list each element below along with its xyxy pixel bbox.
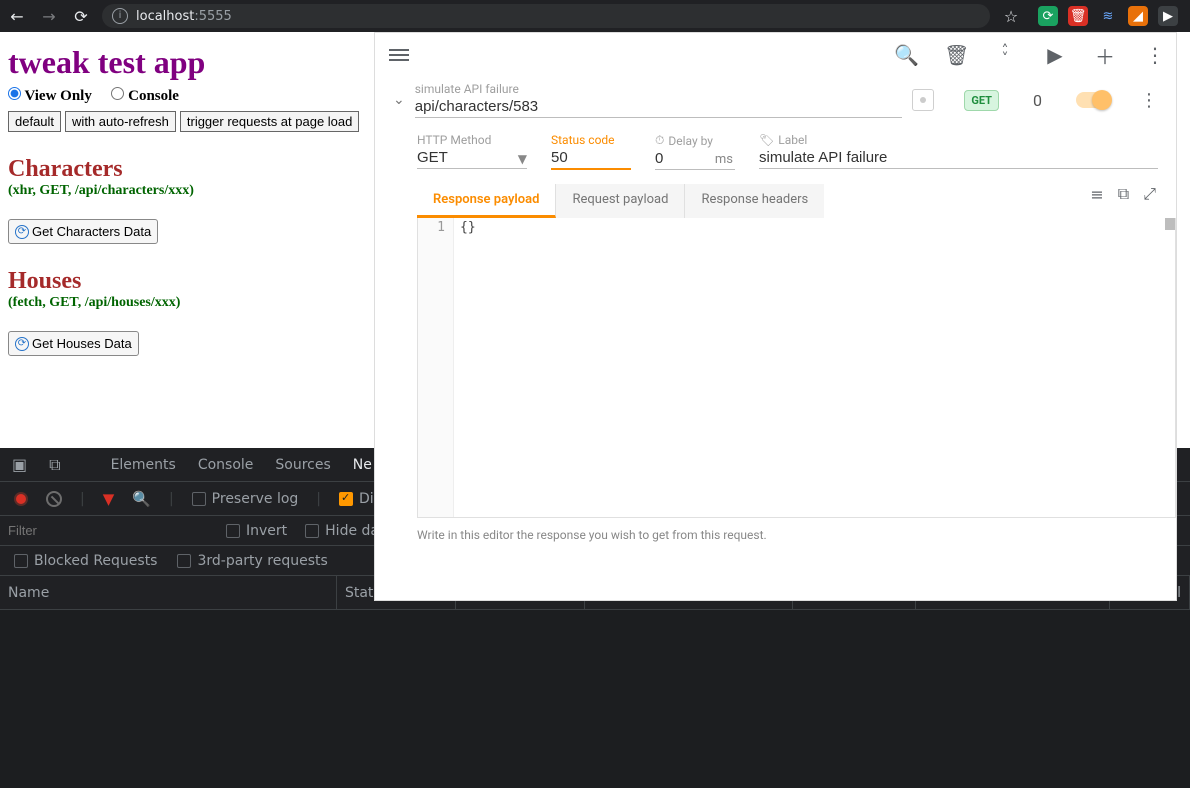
delay-unit: ms [715, 152, 733, 167]
format-icon[interactable]: ≡ [1090, 185, 1103, 204]
bookmark-star-icon[interactable]: ☆ [1000, 7, 1022, 26]
back-icon[interactable]: ← [6, 7, 28, 26]
view-only-radio[interactable]: View Only [8, 87, 92, 105]
hit-count: 0 [1033, 91, 1042, 110]
label-input[interactable] [759, 147, 1158, 169]
hide-data-checkbox[interactable]: Hide dat [305, 523, 384, 539]
play-icon[interactable]: ▶ [1044, 43, 1066, 67]
expand-editor-icon[interactable]: ⤢ [1143, 184, 1156, 204]
tab-request-payload[interactable]: Request payload [556, 184, 685, 218]
tab-response-payload[interactable]: Response payload [417, 184, 556, 218]
editor-hint: Write in this editor the response you wi… [375, 518, 1176, 552]
mode-button[interactable]: default [8, 111, 61, 132]
filter-input[interactable] [8, 523, 208, 538]
record-button[interactable] [14, 492, 28, 506]
mode-button[interactable]: with auto-refresh [65, 111, 176, 132]
get-houses-button[interactable]: ⟳Get Houses Data [8, 331, 139, 356]
tag-icon: 🏷 [759, 133, 774, 147]
request-label: simulate API failure [415, 82, 903, 96]
tab-console[interactable]: Console [198, 457, 254, 473]
status-code-field[interactable]: Status code [551, 133, 631, 170]
panel-toolbar: 🔍 🗑 ˄˅ ▶ ＋ ⋮ [375, 33, 1176, 77]
collapse-icon[interactable]: ˄˅ [994, 47, 1016, 63]
add-icon[interactable]: ＋ [1094, 41, 1116, 70]
extension-icon[interactable]: ≋ [1098, 6, 1118, 26]
third-party-checkbox[interactable]: 3rd-party requests [177, 553, 327, 569]
inspect-icon[interactable]: ▣ [12, 455, 27, 474]
label-field[interactable]: 🏷Label [759, 133, 1158, 170]
column-header[interactable]: Name [0, 576, 337, 609]
browser-address-bar: ← → ⟳ i localhost:5555 ☆ ⟳ 🗑 ≋ ◢ ▶ [0, 0, 1190, 32]
copy-icon[interactable]: ⧉ [1118, 184, 1129, 204]
console-radio[interactable]: Console [111, 87, 179, 105]
timer-icon: ⏱ [655, 133, 664, 148]
reload-icon[interactable]: ⟳ [70, 7, 92, 26]
tab-elements[interactable]: Elements [111, 457, 176, 473]
request-url-input[interactable] [415, 96, 903, 118]
mode-button[interactable]: trigger requests at page load [180, 111, 360, 132]
request-more-icon[interactable]: ⋮ [1140, 90, 1158, 111]
preserve-log-checkbox[interactable]: Preserve log [192, 491, 299, 507]
extension-icons: ⟳ 🗑 ≋ ◢ ▶ [1032, 6, 1184, 26]
http-method-select[interactable] [417, 147, 527, 169]
filter-toggle-icon[interactable]: ▼ [103, 490, 115, 508]
method-badge: GET [964, 90, 999, 111]
url-bar[interactable]: i localhost:5555 [102, 4, 990, 28]
device-toggle-icon[interactable]: ⧉ [49, 455, 60, 475]
clear-all-icon[interactable]: 🗑 [944, 43, 966, 67]
expand-toggle-icon[interactable]: ⌄ [393, 92, 405, 108]
search-icon[interactable]: 🔍 [894, 43, 916, 67]
request-row: ⌄ simulate API failure GET 0 ⋮ [375, 77, 1176, 123]
request-fields: HTTP Method ▼ Status code ⏱Delay by ms 🏷… [375, 123, 1176, 170]
editor-scrollbar[interactable] [1165, 218, 1175, 230]
invert-checkbox[interactable]: Invert [226, 523, 287, 539]
target-icon[interactable] [912, 89, 934, 111]
clear-button[interactable] [46, 491, 62, 507]
refresh-icon: ⟳ [15, 225, 29, 239]
editor-gutter: 1 [418, 218, 454, 517]
hamburger-menu-icon[interactable] [389, 49, 409, 61]
more-icon[interactable]: ⋮ [1144, 43, 1166, 67]
url-port: :5555 [194, 9, 231, 24]
search-icon[interactable]: 🔍 [132, 490, 151, 508]
url-host: localhost [136, 9, 194, 24]
network-table-body [0, 610, 1190, 788]
extension-icon[interactable]: 🗑 [1068, 6, 1088, 26]
enable-toggle[interactable] [1076, 92, 1110, 108]
tab-network[interactable]: Ne [353, 457, 372, 473]
payload-tabs: Response payload Request payload Respons… [417, 184, 824, 218]
editor-body[interactable]: {} [454, 218, 482, 517]
tab-response-headers[interactable]: Response headers [685, 184, 824, 218]
refresh-icon: ⟳ [15, 337, 29, 351]
tab-sources[interactable]: Sources [275, 457, 330, 473]
dropdown-icon[interactable]: ▼ [518, 152, 527, 166]
extension-icon[interactable]: ⟳ [1038, 6, 1058, 26]
site-info-icon[interactable]: i [112, 8, 128, 24]
forward-icon: → [38, 7, 60, 26]
response-editor[interactable]: 1 {} [417, 218, 1176, 518]
delay-field[interactable]: ⏱Delay by ms [655, 133, 735, 170]
blocked-requests-checkbox[interactable]: Blocked Requests [14, 553, 157, 569]
status-code-input[interactable] [551, 147, 631, 170]
extension-icon[interactable]: ▶ [1158, 6, 1178, 26]
extension-icon[interactable]: ◢ [1128, 6, 1148, 26]
tweak-extension-panel: 🔍 🗑 ˄˅ ▶ ＋ ⋮ ⌄ simulate API failure GET … [374, 32, 1177, 601]
get-characters-button[interactable]: ⟳Get Characters Data [8, 219, 158, 244]
http-method-field[interactable]: HTTP Method ▼ [417, 133, 527, 170]
